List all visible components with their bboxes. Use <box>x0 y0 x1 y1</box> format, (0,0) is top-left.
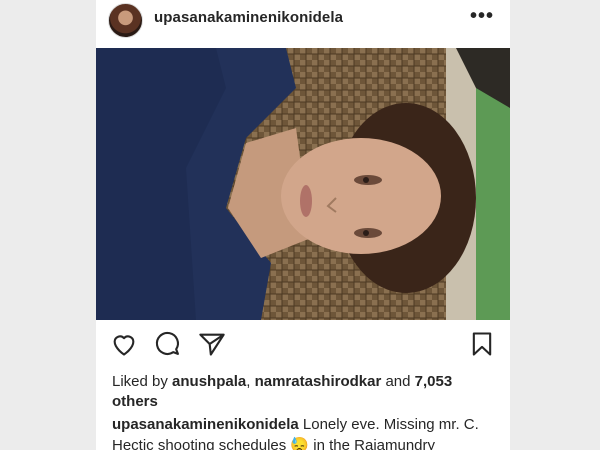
liker-1[interactable]: anushpala <box>172 373 246 390</box>
likes-sep: , <box>246 373 255 390</box>
likes-prefix: Liked by <box>112 373 173 390</box>
post-card: upasanakaminenikonidela ••• Liked by anu… <box>96 0 510 450</box>
avatar[interactable] <box>108 3 143 38</box>
post-caption: upasanakaminenikonidela Lonely eve. Miss… <box>112 414 497 450</box>
more-horizontal-icon[interactable]: ••• <box>470 5 494 28</box>
post-username[interactable]: upasanakaminenikonidela <box>154 9 343 26</box>
post-photo-svg <box>96 48 510 320</box>
send-icon[interactable] <box>198 330 230 362</box>
post-header: upasanakaminenikonidela ••• <box>96 0 510 48</box>
action-bar <box>96 330 510 362</box>
comment-icon[interactable] <box>154 330 186 362</box>
heart-icon[interactable] <box>110 330 142 362</box>
liker-2[interactable]: namratashirodkar <box>255 373 382 390</box>
likes-summary: Liked by anushpala, namratashirodkar and… <box>112 372 492 412</box>
post-photo[interactable] <box>96 48 510 320</box>
caption-username[interactable]: upasanakaminenikonidela <box>112 416 299 433</box>
bookmark-icon[interactable] <box>468 330 500 362</box>
likes-and: and <box>381 373 415 390</box>
